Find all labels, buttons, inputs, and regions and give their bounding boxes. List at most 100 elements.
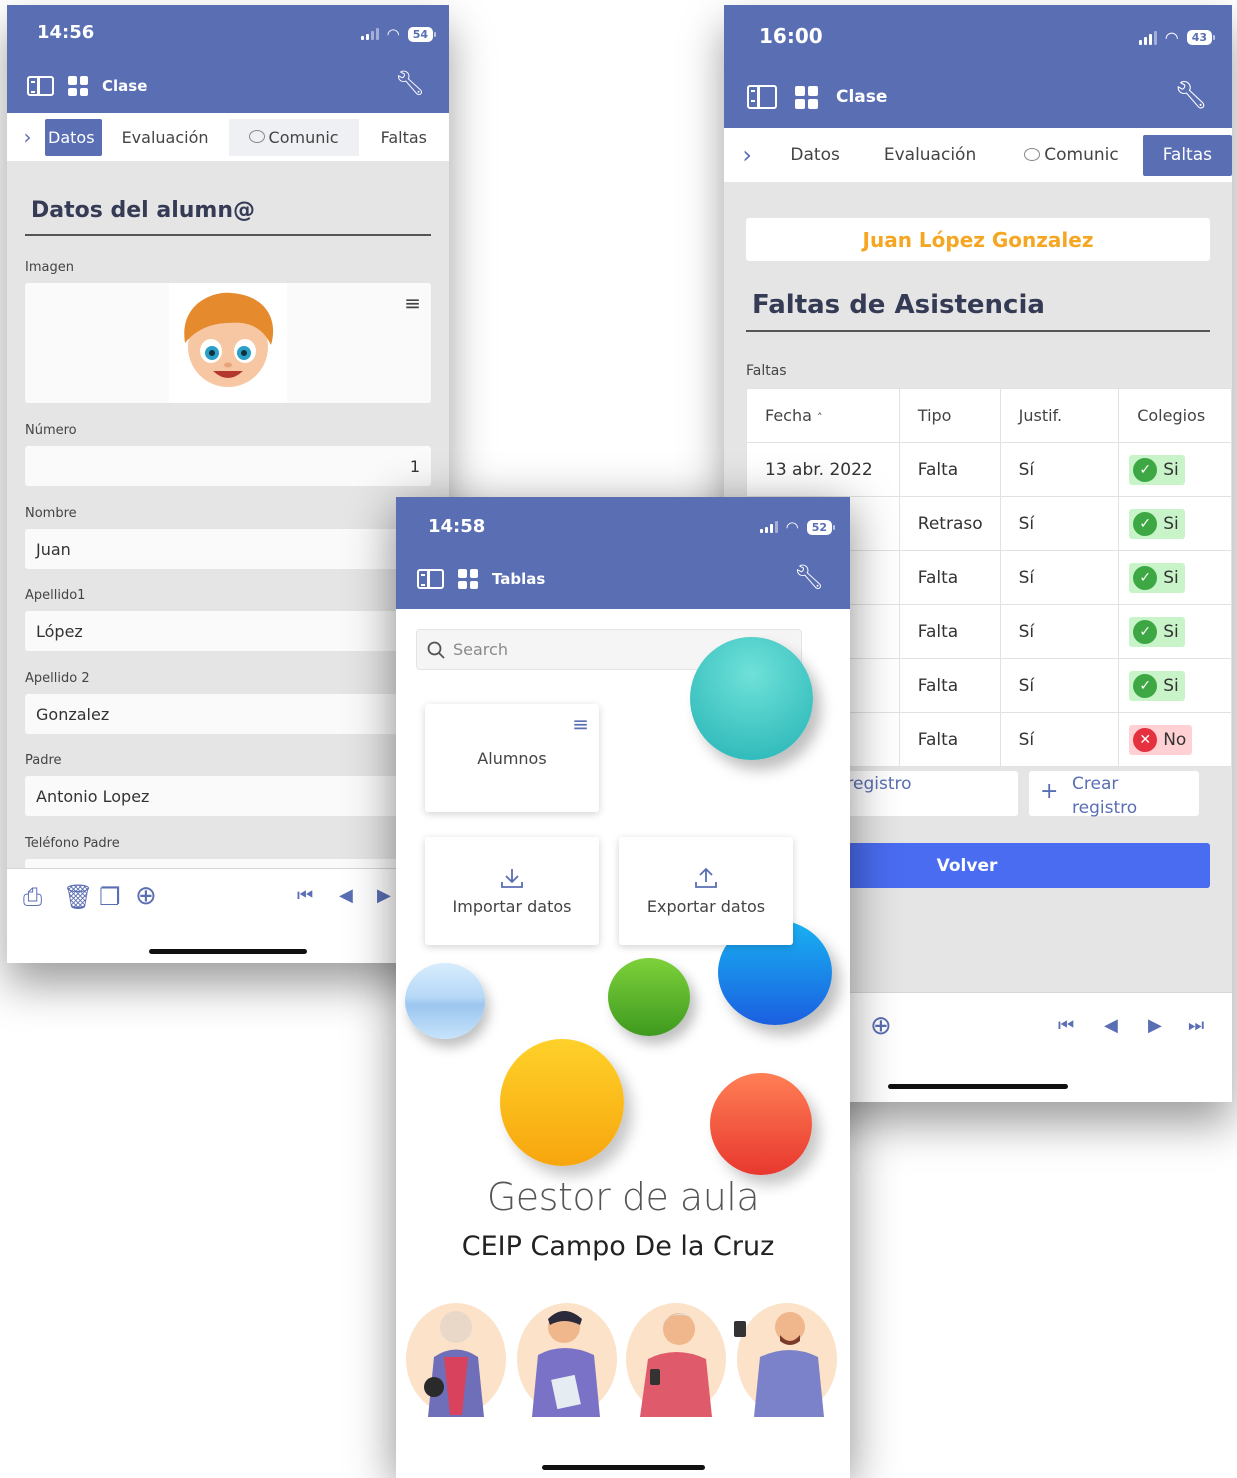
tab-comunic[interactable]: Comunic xyxy=(1000,137,1142,174)
grid-menu-icon[interactable] xyxy=(458,569,478,589)
first-record-icon[interactable]: ⏮︎ xyxy=(297,885,313,906)
apellido1-label: Apellido1 xyxy=(25,588,86,603)
status-badge-label: Si xyxy=(1163,459,1179,480)
signal-icon xyxy=(1138,30,1157,45)
chevron-right-icon[interactable]: › xyxy=(7,125,48,149)
apellido2-field[interactable]: Gonzalez xyxy=(25,694,431,734)
grid-menu-icon[interactable] xyxy=(68,76,88,96)
upload-icon xyxy=(695,867,717,888)
col-colegios[interactable]: Colegios xyxy=(1118,388,1232,443)
tab-comunic[interactable]: Comunic xyxy=(228,118,359,156)
check-circle-icon: ✓ xyxy=(1133,619,1158,644)
status-badge-label: Si xyxy=(1163,513,1179,534)
cell-tipo: Falta xyxy=(898,658,1001,713)
tab-bar: › Datos Evaluación Comunic Faltas xyxy=(7,113,449,161)
home-indicator xyxy=(149,949,307,954)
wrench-icon[interactable]: 🔧︎ xyxy=(395,69,425,97)
add-icon[interactable]: ⊕ xyxy=(135,881,157,911)
header-title: Clase xyxy=(102,77,148,95)
status-time: 14:56 xyxy=(37,22,95,43)
status-icons: ◠ 54 xyxy=(360,25,437,43)
red-ball xyxy=(710,1073,812,1175)
wrench-icon[interactable]: 🔧︎ xyxy=(1174,79,1208,111)
cell-tipo: Falta xyxy=(898,550,1001,605)
alumnos-card[interactable]: ≡ Alumnos xyxy=(425,704,599,812)
prev-record-icon[interactable]: ◀︎ xyxy=(1104,1015,1118,1036)
copy-icon[interactable]: ❐ xyxy=(99,883,121,911)
chevron-right-icon[interactable]: › xyxy=(724,141,770,169)
export-data-card[interactable]: Exportar datos xyxy=(619,837,793,945)
cell-colegios: ✕ No xyxy=(1118,712,1232,767)
prev-record-icon[interactable]: ◀︎ xyxy=(339,885,353,906)
signal-icon xyxy=(759,521,778,533)
tab-evaluacion[interactable]: Evaluación xyxy=(102,119,229,156)
last-record-icon[interactable]: ⏭︎ xyxy=(1188,1015,1204,1036)
yellow-ball xyxy=(500,1039,624,1166)
teal-ball xyxy=(690,637,813,760)
x-circle-icon: ✕ xyxy=(1133,727,1158,752)
app-title: Gestor de aula xyxy=(486,1175,760,1219)
next-record-icon[interactable]: ▶︎ xyxy=(1148,1015,1162,1036)
home-indicator xyxy=(888,1084,1068,1089)
people-illustration xyxy=(404,1297,844,1422)
sidebar-toggle-icon[interactable] xyxy=(747,85,777,109)
status-badge-label: Si xyxy=(1163,621,1179,642)
cell-colegios: ✓ Si xyxy=(1118,658,1232,713)
nombre-field[interactable]: Juan xyxy=(25,529,431,569)
cell-justif: Sí xyxy=(999,658,1120,713)
cell-colegios: ✓ Si xyxy=(1118,604,1232,659)
apellido1-field[interactable]: López xyxy=(25,611,431,651)
add-icon[interactable]: ⊕ xyxy=(870,1011,892,1041)
nombre-label: Nombre xyxy=(25,506,77,521)
status-badge-label: Si xyxy=(1163,567,1179,588)
grid-menu-icon[interactable] xyxy=(795,85,818,109)
app-header: 14:56 ◠ 54 Clase 🔧︎ xyxy=(7,5,449,113)
cell-justif: Sí xyxy=(999,604,1120,659)
print-icon[interactable]: ⎙ xyxy=(23,883,42,911)
status-time: 14:58 xyxy=(428,516,486,537)
numero-label: Número xyxy=(25,423,77,438)
first-record-icon[interactable]: ⏮︎ xyxy=(1058,1015,1074,1036)
cell-tipo: Falta xyxy=(898,712,1001,767)
wrench-icon[interactable]: 🔧︎ xyxy=(794,563,824,591)
green-ball xyxy=(608,958,690,1036)
menu-icon[interactable]: ≡ xyxy=(572,712,589,736)
student-data-screen: 14:56 ◠ 54 Clase 🔧︎ › Datos Evaluación C… xyxy=(7,5,449,963)
wifi-icon: ◠ xyxy=(785,518,799,536)
wifi-icon: ◠ xyxy=(1164,28,1179,47)
cell-justif: Sí xyxy=(999,496,1120,551)
status-badge-yes: ✓ Si xyxy=(1129,508,1185,539)
menu-icon[interactable]: ≡ xyxy=(404,291,421,315)
record-toolbar: ⎙ 🗑︎ ❐ ⊕ ⏮︎ ◀︎ ▶︎ xyxy=(7,868,449,963)
tab-datos[interactable]: Datos xyxy=(45,118,102,156)
sidebar-toggle-icon[interactable] xyxy=(417,569,444,589)
import-data-card[interactable]: Importar datos xyxy=(425,837,599,945)
trash-icon[interactable]: 🗑︎ xyxy=(63,883,93,911)
image-field[interactable]: ≡ xyxy=(25,283,431,403)
app-header: 14:58 ◠ 52 Tablas 🔧︎ xyxy=(396,497,850,609)
col-fecha[interactable]: Fecha ˄ xyxy=(746,388,900,443)
apellido2-label: Apellido 2 xyxy=(25,671,90,686)
tab-datos[interactable]: Datos xyxy=(770,137,859,174)
cell-tipo: Retraso xyxy=(898,496,1001,551)
sidebar-toggle-icon[interactable] xyxy=(27,76,54,96)
cell-tipo: Falta xyxy=(898,604,1001,659)
tab-evaluacion[interactable]: Evaluación xyxy=(860,137,1000,174)
create-record-button[interactable]: + Crear registro xyxy=(1029,771,1199,818)
tab-faltas[interactable]: Faltas xyxy=(359,119,449,156)
col-tipo[interactable]: Tipo xyxy=(898,388,1001,443)
export-data-label: Exportar datos xyxy=(646,896,766,916)
next-record-icon[interactable]: ▶︎ xyxy=(377,885,391,906)
student-avatar xyxy=(169,283,287,403)
light-blue-ball xyxy=(405,963,485,1039)
status-badge-yes: ✓ Si xyxy=(1129,454,1185,485)
table-row[interactable]: 13 abr. 2022 Falta Sí ✓ Si xyxy=(746,442,1232,497)
tab-faltas[interactable]: Faltas xyxy=(1142,134,1232,176)
school-name: CEIP Campo De la Cruz xyxy=(461,1231,775,1262)
numero-field[interactable]: 1 xyxy=(25,446,431,486)
sort-asc-icon: ˄ xyxy=(817,411,823,424)
person-2 xyxy=(517,1303,617,1417)
search-icon xyxy=(427,641,445,659)
col-justif[interactable]: Justif. xyxy=(999,388,1120,443)
padre-field[interactable]: Antonio Lopez xyxy=(25,776,431,816)
